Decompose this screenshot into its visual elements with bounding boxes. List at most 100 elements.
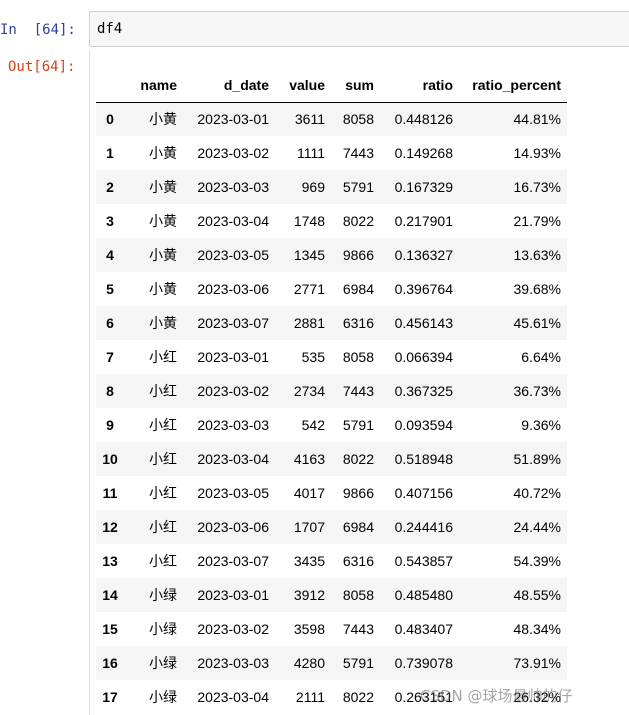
code-cell-editor[interactable]: df4 [89,11,629,47]
row-index: 4 [106,247,114,263]
cell-d-date: 2023-03-02 [197,621,269,637]
cell-name: 小黄 [149,281,177,297]
cell-name: 小绿 [149,689,177,705]
table-row: 16 小绿 2023-03-03 4280 5791 0.739078 73.91% [96,646,567,680]
table-body: 0 小黄 2023-03-01 3611 8058 0.448126 44.81% 1 小黄 20… [96,102,567,714]
cell-name: 小绿 [149,621,177,637]
cell-value: 542 [301,417,325,433]
cell-ratio-percent: 9.36% [521,417,561,433]
cell-sum: 7443 [342,145,374,161]
cell-ratio: 0.456143 [394,315,453,331]
table-header-row: name d_date value sum ratio ratio_percen… [96,69,567,103]
cell-d-date: 2023-03-04 [197,451,269,467]
column-header-name: name [124,69,177,103]
cell-d-date: 2023-03-01 [197,587,269,603]
table-row: 0 小黄 2023-03-01 3611 8058 0.448126 44.81% [96,102,567,136]
cell-ratio-percent: 73.91% [513,655,561,671]
cell-ratio: 0.136327 [394,247,453,263]
cell-value: 2881 [293,315,325,331]
table-row: 10 小红 2023-03-04 4163 8022 0.518948 51.89% [96,442,567,476]
table-row: 8 小红 2023-03-02 2734 7443 0.367325 36.73% [96,374,567,408]
row-index: 13 [102,553,118,569]
cell-d-date: 2023-03-03 [197,417,269,433]
cell-ratio-percent: 21.79% [513,213,561,229]
cell-d-date: 2023-03-07 [197,553,269,569]
cell-sum: 5791 [342,655,374,671]
cell-value: 3598 [293,621,325,637]
cell-name: 小红 [149,451,177,467]
cell-ratio-percent: 40.72% [513,485,561,501]
cell-ratio: 0.149268 [394,145,453,161]
cell-value: 1707 [293,519,325,535]
cell-name: 小红 [149,349,177,365]
cell-sum: 6316 [342,553,374,569]
cell-ratio: 0.167329 [394,179,453,195]
cell-ratio-percent: 36.73% [513,383,561,399]
cell-sum: 8022 [342,451,374,467]
table-row: 9 小红 2023-03-03 542 5791 0.093594 9.36% [96,408,567,442]
table-row: 1 小黄 2023-03-02 1111 7443 0.149268 14.93% [96,136,567,170]
input-prompt: In [64]: [0,22,76,38]
row-index: 9 [106,417,114,433]
cell-ratio-percent: 45.61% [513,315,561,331]
cell-sum: 7443 [342,383,374,399]
cell-ratio: 0.485480 [394,587,453,603]
row-index: 0 [106,111,114,128]
cell-ratio-percent: 44.81% [513,111,561,128]
cell-d-date: 2023-03-05 [197,247,269,263]
cell-ratio-percent: 24.44% [513,519,561,535]
cell-value: 1748 [293,213,325,229]
table-row: 14 小绿 2023-03-01 3912 8058 0.485480 48.55% [96,578,567,612]
cell-sum: 8058 [342,349,374,365]
cell-ratio: 0.407156 [394,485,453,501]
cell-value: 4163 [293,451,325,467]
cell-name: 小红 [149,519,177,535]
table-row: 5 小黄 2023-03-06 2771 6984 0.396764 39.68% [96,272,567,306]
cell-name: 小黄 [149,247,177,263]
row-index: 16 [102,655,118,671]
cell-name: 小黄 [149,315,177,331]
cell-value: 969 [301,179,325,195]
table-row: 11 小红 2023-03-05 4017 9866 0.407156 40.72% [96,476,567,510]
cell-sum: 5791 [342,179,374,195]
cell-value: 1345 [293,247,325,263]
cell-value: 2111 [295,689,325,705]
cell-name: 小绿 [149,655,177,671]
row-index: 6 [106,315,114,331]
cell-sum: 6316 [342,315,374,331]
cell-d-date: 2023-03-03 [197,655,269,671]
cell-ratio: 0.448126 [394,111,453,128]
cell-value: 3611 [294,111,325,128]
cell-ratio: 0.217901 [394,213,453,229]
row-index: 5 [106,281,114,297]
cell-sum: 9866 [342,247,374,263]
notebook-page: In [64]: df4 Out[64]: name d_date value … [0,0,629,715]
column-header-sum: sum [325,69,374,103]
table-row: 6 小黄 2023-03-07 2881 6316 0.456143 45.61% [96,306,567,340]
row-index: 7 [106,349,114,365]
column-header-ratio-percent: ratio_percent [453,69,567,103]
cell-name: 小绿 [149,587,177,603]
cell-name: 小红 [149,383,177,399]
cell-name: 小黄 [149,179,177,195]
watermark: CSDN @球场最帅的仔 [420,687,573,705]
table-row: 15 小绿 2023-03-02 3598 7443 0.483407 48.34% [96,612,567,646]
table-row: 12 小红 2023-03-06 1707 6984 0.244416 24.44% [96,510,567,544]
cell-d-date: 2023-03-04 [197,689,269,705]
cell-ratio: 0.367325 [394,383,453,399]
row-index: 8 [106,383,114,399]
cell-ratio-percent: 16.73% [513,179,561,195]
cell-sum: 6984 [342,281,374,297]
cell-name: 小红 [149,417,177,433]
cell-ratio-percent: 48.34% [513,621,561,637]
cell-d-date: 2023-03-02 [197,383,269,399]
cell-value: 2734 [293,383,325,399]
row-index: 15 [102,621,118,637]
cell-d-date: 2023-03-06 [197,281,269,297]
row-index: 14 [102,587,118,603]
cell-sum: 8058 [342,111,374,128]
cell-sum: 8022 [342,689,374,705]
cell-value: 2771 [293,281,325,297]
column-header-index [96,69,124,103]
table-row: 4 小黄 2023-03-05 1345 9866 0.136327 13.63% [96,238,567,272]
